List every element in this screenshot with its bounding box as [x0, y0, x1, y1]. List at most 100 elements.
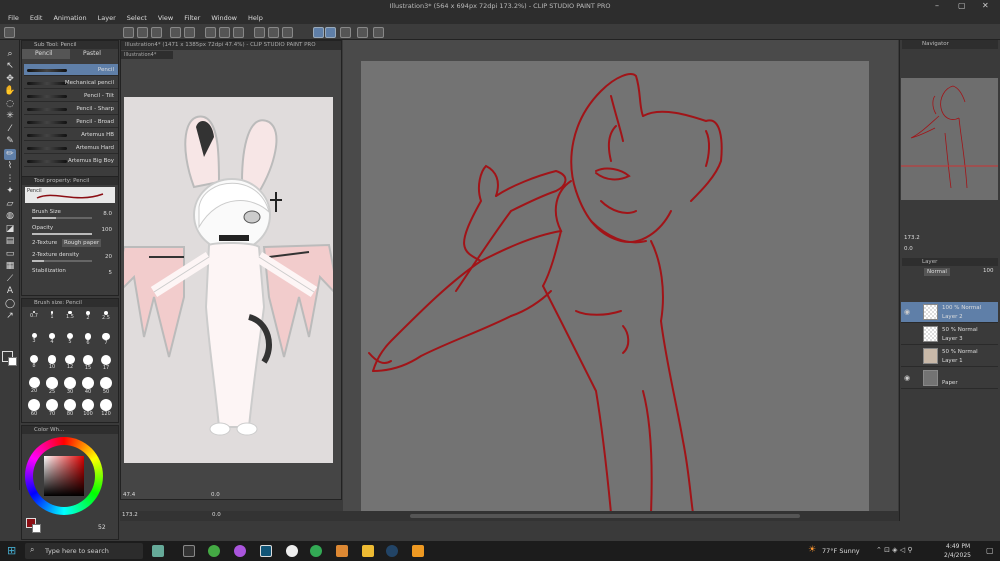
- brush-size-option[interactable]: 30: [63, 377, 77, 395]
- brush-size-option[interactable]: 100: [81, 399, 95, 417]
- tab-pencil[interactable]: Pencil: [22, 49, 70, 59]
- reference-angle[interactable]: 0.0: [211, 492, 220, 498]
- menu-select[interactable]: Select: [127, 14, 147, 22]
- zoom-icon[interactable]: ⌕: [4, 49, 16, 60]
- app-icon-1[interactable]: [260, 545, 272, 557]
- clock-time[interactable]: 4:49 PM: [946, 543, 970, 550]
- transform-icon[interactable]: [219, 27, 230, 38]
- new-icon[interactable]: [123, 27, 134, 38]
- brush-size-option[interactable]: 1: [45, 311, 59, 320]
- brush-icon[interactable]: ⌇: [4, 161, 16, 172]
- layer-item-layer-1[interactable]: 50 % Normal Layer 1: [901, 346, 998, 367]
- clock-date[interactable]: 2/4/2025: [944, 552, 971, 559]
- brush-size-option[interactable]: 15: [81, 355, 95, 371]
- stabilization-prop[interactable]: Stabilization 5: [30, 268, 118, 282]
- maximize-button[interactable]: ▢: [958, 1, 966, 10]
- layer-item-layer-3[interactable]: 50 % Normal Layer 3: [901, 324, 998, 345]
- brush-item[interactable]: Artemus Hard: [24, 142, 118, 154]
- eye-icon[interactable]: ◉: [904, 374, 910, 382]
- widgets-icon[interactable]: [152, 545, 164, 557]
- sub-color-chip[interactable]: [32, 524, 41, 533]
- navigator-preview[interactable]: [901, 78, 998, 200]
- blend-icon[interactable]: ◍: [4, 211, 16, 222]
- brush-item[interactable]: Artemus Big Boy: [24, 155, 118, 167]
- operation-icon[interactable]: ↖: [4, 61, 16, 72]
- brush-size-option[interactable]: 80: [63, 399, 77, 417]
- navigator-angle[interactable]: 0.0: [904, 246, 913, 252]
- shrink-icon[interactable]: [282, 27, 293, 38]
- layer-item-layer-2[interactable]: ◉ 100 % Normal Layer 2: [901, 302, 998, 323]
- weather-text[interactable]: 77°F Sunny: [822, 547, 860, 555]
- brush-size-option[interactable]: 20: [27, 377, 41, 394]
- search-box[interactable]: ⌕ Type here to search: [25, 543, 143, 559]
- layer-item-paper[interactable]: ◉ Paper: [901, 368, 998, 389]
- brush-item[interactable]: Mechanical pencil: [24, 77, 118, 89]
- drawing-canvas[interactable]: [361, 61, 869, 513]
- brush-size-option[interactable]: 10: [45, 355, 59, 370]
- hand-icon[interactable]: ✋: [4, 86, 16, 97]
- notification-icon[interactable]: ▢: [986, 546, 994, 555]
- main-zoom[interactable]: 173.2: [122, 512, 138, 518]
- task-view-icon[interactable]: [183, 545, 195, 557]
- windows-start-icon[interactable]: ⊞: [7, 544, 16, 557]
- tab-pastel[interactable]: Pastel: [70, 49, 118, 59]
- menu-edit[interactable]: Edit: [30, 14, 43, 22]
- invert-icon[interactable]: [254, 27, 265, 38]
- steam-icon[interactable]: [386, 545, 398, 557]
- brush-size-option[interactable]: 60: [27, 399, 41, 417]
- brush-size-option[interactable]: 12: [63, 355, 77, 370]
- airbrush-icon[interactable]: ⋮: [4, 174, 16, 185]
- fill-icon[interactable]: ◪: [4, 224, 16, 235]
- settings-icon[interactable]: [373, 27, 384, 38]
- undo-icon[interactable]: [170, 27, 181, 38]
- brush-size-prop[interactable]: Brush Size 8.0: [30, 209, 118, 223]
- reference-zoom[interactable]: 47.4: [123, 492, 135, 498]
- main-angle[interactable]: 0.0: [212, 512, 221, 518]
- brush-item[interactable]: Artemus HB: [24, 129, 118, 141]
- eraser-icon[interactable]: ▱: [4, 199, 16, 210]
- brush-item[interactable]: Pencil - Tilt: [24, 90, 118, 102]
- menu-window[interactable]: Window: [211, 14, 237, 22]
- brush-size-option[interactable]: 4: [45, 333, 59, 345]
- brush-size-option[interactable]: 0.7: [27, 311, 41, 319]
- brush-item[interactable]: Pencil: [24, 64, 118, 76]
- magic-wand-icon[interactable]: ✳: [4, 111, 16, 122]
- reference-tab[interactable]: Illustration4*: [121, 51, 173, 59]
- opacity-prop[interactable]: Opacity 100: [30, 225, 118, 239]
- frame-icon[interactable]: ▦: [4, 261, 16, 272]
- texture-select[interactable]: Rough paper: [62, 239, 102, 247]
- app-icon-4[interactable]: [412, 545, 424, 557]
- blend-mode-select[interactable]: Normal: [924, 268, 950, 276]
- redo-icon[interactable]: [184, 27, 195, 38]
- figure-icon[interactable]: ▭: [4, 249, 16, 260]
- brush-size-option[interactable]: 120: [99, 399, 113, 417]
- brush-size-option[interactable]: 50: [99, 377, 113, 395]
- brush-size-option[interactable]: 1.5: [63, 311, 77, 320]
- menu-animation[interactable]: Animation: [53, 14, 86, 22]
- brush-size-option[interactable]: 6: [81, 333, 95, 346]
- snap-special-ruler-icon[interactable]: [325, 27, 336, 38]
- clip-studio-icon[interactable]: [286, 545, 298, 557]
- balloon-icon[interactable]: ◯: [4, 299, 16, 310]
- pen-icon[interactable]: ✎: [4, 136, 16, 147]
- open-icon[interactable]: [137, 27, 148, 38]
- brush-size-option[interactable]: 3: [27, 333, 41, 344]
- snap-grid-icon[interactable]: [340, 27, 351, 38]
- app-icon[interactable]: [4, 27, 15, 38]
- lasso-icon[interactable]: ◌: [4, 99, 16, 110]
- horizontal-scrollbar[interactable]: [410, 514, 800, 518]
- menu-filter[interactable]: Filter: [184, 14, 200, 22]
- menu-file[interactable]: File: [8, 14, 19, 22]
- file-explorer-icon[interactable]: [362, 545, 374, 557]
- brush-size-option[interactable]: 25: [45, 377, 59, 395]
- close-button[interactable]: ✕: [982, 1, 989, 10]
- clear-icon[interactable]: [205, 27, 216, 38]
- brush-size-option[interactable]: 8: [27, 355, 41, 369]
- eyedropper-icon[interactable]: ⁄: [4, 124, 16, 135]
- texture-density-prop[interactable]: 2-Texture density 20: [30, 252, 118, 266]
- brush-size-option[interactable]: 17: [99, 355, 113, 371]
- brush-item[interactable]: Pencil - Broad: [24, 116, 118, 128]
- pencil-icon[interactable]: ✏: [4, 149, 16, 160]
- brush-size-option[interactable]: 40: [81, 377, 95, 395]
- minimize-button[interactable]: –: [935, 1, 939, 10]
